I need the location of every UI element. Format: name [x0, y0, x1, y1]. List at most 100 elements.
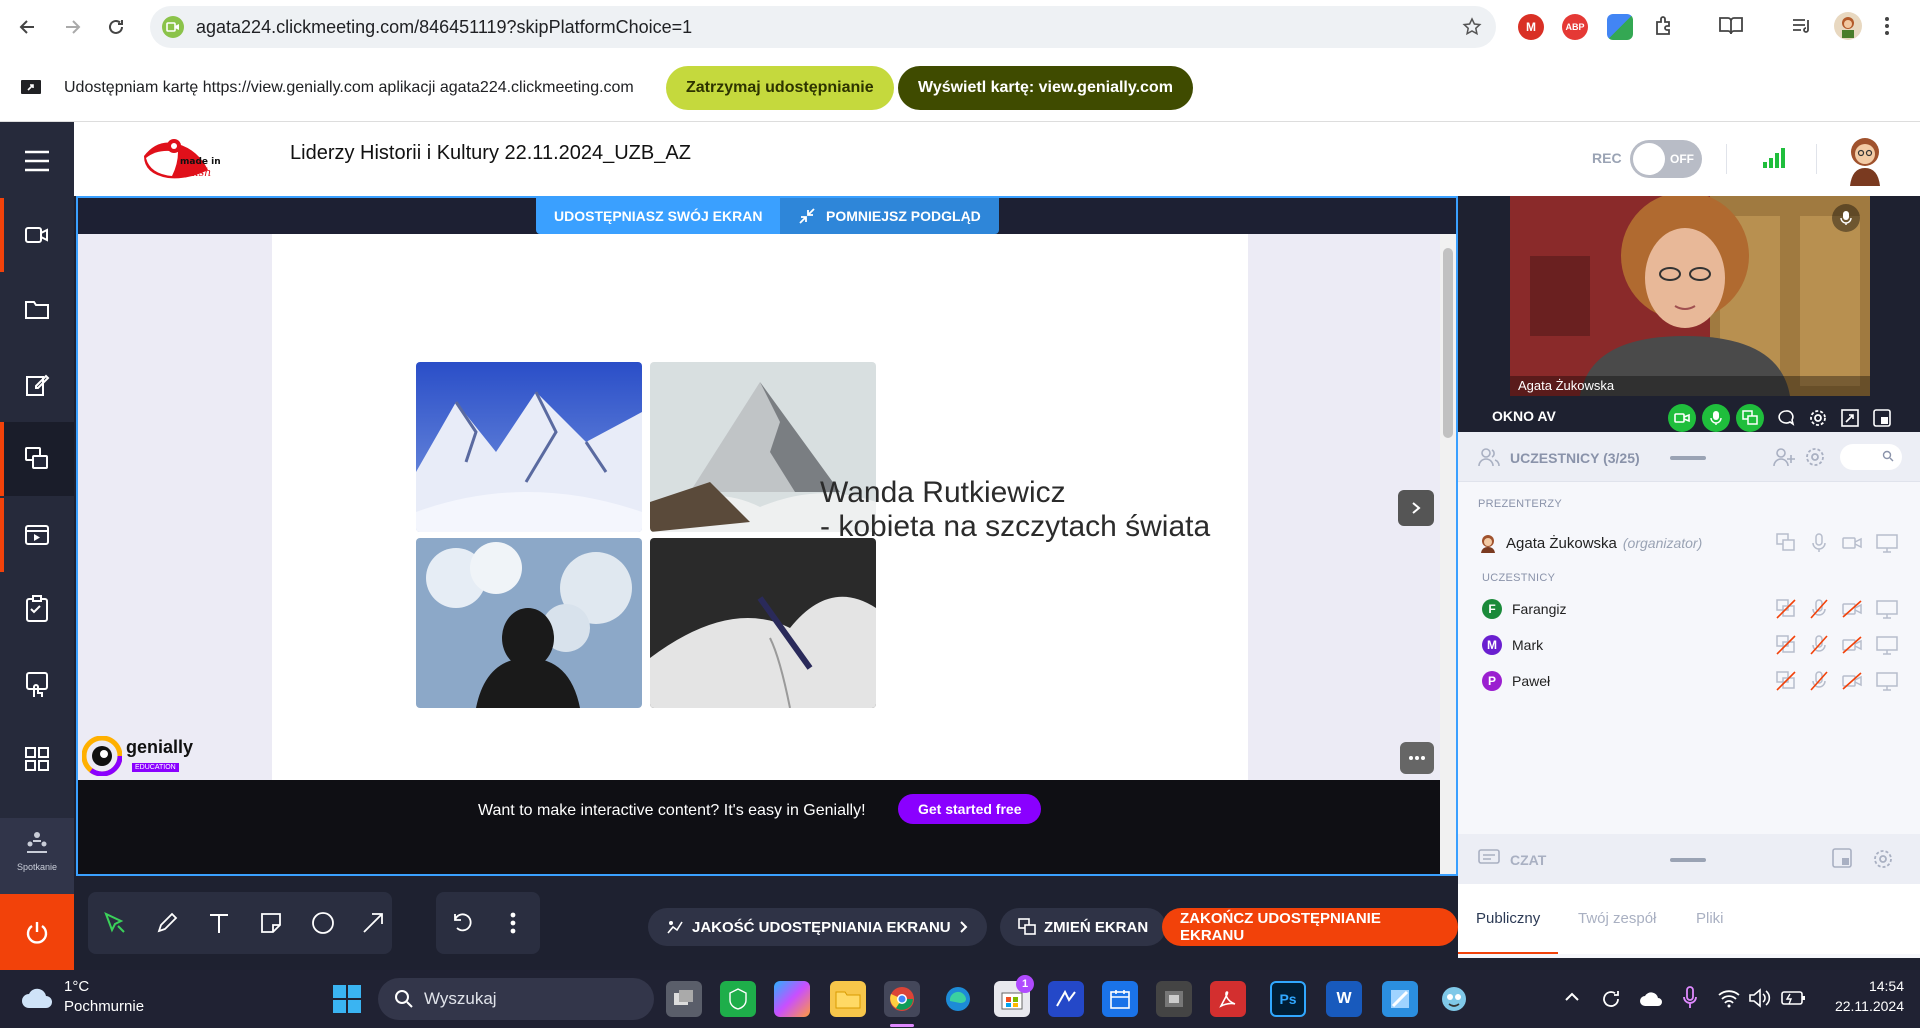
mic-off-icon[interactable] — [1810, 671, 1828, 691]
taskbar-search-input[interactable]: Wyszukaj — [378, 978, 654, 1020]
forward-icon[interactable] — [52, 7, 92, 47]
weather-description[interactable]: Pochmurnie — [64, 998, 144, 1015]
windows-start-icon[interactable] — [332, 984, 362, 1014]
mic-off-icon[interactable] — [1810, 599, 1828, 619]
get-started-button[interactable]: Get started free — [898, 794, 1042, 824]
pointer-laser-icon[interactable] — [88, 892, 142, 954]
menu-hamburger-icon[interactable] — [0, 124, 74, 198]
monitor-icon[interactable] — [1876, 671, 1898, 691]
file-explorer-icon[interactable] — [830, 981, 866, 1017]
show-tab-button[interactable]: Wyświetl kartę: view.genially.com — [898, 66, 1193, 110]
tab-team[interactable]: Twój zespół — [1578, 884, 1656, 954]
next-slide-button[interactable] — [1398, 490, 1434, 526]
camera-off-icon[interactable] — [1842, 672, 1862, 690]
ink-app-icon[interactable] — [1048, 981, 1084, 1017]
edit-notes-icon[interactable] — [0, 348, 74, 422]
mic-toggle-icon[interactable] — [1702, 404, 1730, 432]
screen-share-sidebar-icon[interactable] — [0, 422, 74, 496]
participant-row[interactable]: F Farangiz — [1482, 594, 1912, 624]
weather-temperature[interactable]: 1°C — [64, 978, 89, 995]
share-screen-icon[interactable] — [1776, 533, 1796, 553]
reload-icon[interactable] — [96, 7, 136, 47]
edge-app-icon[interactable] — [940, 981, 976, 1017]
cloud-weather-icon[interactable] — [20, 984, 54, 1010]
game-app-icon[interactable] — [1436, 981, 1472, 1017]
scrollbar[interactable] — [1440, 234, 1456, 874]
calendar-app-icon[interactable] — [1102, 981, 1138, 1017]
chat-popout-icon[interactable] — [1832, 848, 1852, 868]
chat-bubble-icon[interactable] — [1772, 404, 1800, 432]
share-screen-off-icon[interactable] — [1776, 599, 1796, 619]
browser-menu-icon[interactable] — [1884, 14, 1890, 38]
resize-handle[interactable] — [1670, 858, 1706, 862]
participants-header[interactable]: UCZESTNICY (3/25) — [1458, 432, 1920, 482]
monitor-icon[interactable] — [1876, 533, 1898, 553]
microsoft-store-icon[interactable]: 1 — [994, 975, 1034, 1017]
arrow-tool-icon[interactable] — [346, 892, 400, 954]
mic-off-icon[interactable] — [1810, 635, 1828, 655]
back-icon[interactable] — [8, 7, 48, 47]
signal-strength-icon[interactable] — [1762, 146, 1788, 168]
circle-shape-icon[interactable] — [296, 892, 350, 954]
change-screen-button[interactable]: ZMIEŃ EKRAN — [1000, 908, 1167, 946]
popout-video-icon[interactable] — [1868, 404, 1896, 432]
more-options-button[interactable] — [1400, 742, 1434, 774]
more-vertical-icon[interactable] — [486, 892, 540, 954]
participant-row[interactable]: M Mark — [1482, 630, 1912, 660]
monitor-icon[interactable] — [1876, 599, 1898, 619]
monitor-icon[interactable] — [1876, 635, 1898, 655]
onedrive-cloud-icon[interactable] — [1638, 990, 1664, 1008]
webcam-video[interactable] — [1510, 196, 1870, 396]
end-screen-share-button[interactable]: ZAKOŃCZ UDOSTĘPNIANIE EKRANU — [1162, 908, 1458, 946]
copilot-app-icon[interactable] — [774, 981, 810, 1017]
camera-off-icon[interactable] — [1842, 600, 1862, 618]
sticky-note-icon[interactable] — [244, 892, 298, 954]
tab-files[interactable]: Pliki — [1696, 884, 1724, 954]
av-settings-gear-icon[interactable] — [1804, 404, 1832, 432]
paint-app-icon[interactable] — [1382, 981, 1418, 1017]
chrome-app-icon[interactable] — [884, 981, 920, 1017]
volume-icon[interactable] — [1748, 988, 1772, 1008]
translate-extension-icon[interactable] — [1607, 14, 1633, 40]
participants-search-input[interactable] — [1840, 444, 1902, 470]
resize-handle[interactable] — [1670, 456, 1706, 460]
camera-toggle-icon[interactable] — [1668, 404, 1696, 432]
tests-clipboard-icon[interactable] — [0, 572, 74, 646]
stop-sharing-button[interactable]: Zatrzymaj udostępnianie — [666, 66, 894, 110]
folder-icon[interactable] — [0, 272, 74, 346]
camera-icon[interactable] — [0, 198, 74, 272]
media-app-icon[interactable] — [1156, 981, 1192, 1017]
word-app-icon[interactable]: W — [1326, 981, 1362, 1017]
shrink-preview-button[interactable]: POMNIEJSZ PODGLĄD — [780, 198, 999, 234]
pencil-icon[interactable] — [140, 892, 194, 954]
text-tool-icon[interactable] — [192, 892, 246, 954]
wifi-icon[interactable] — [1718, 988, 1740, 1008]
mic-icon[interactable] — [1810, 533, 1828, 553]
chat-settings-gear-icon[interactable] — [1872, 848, 1894, 870]
add-participant-icon[interactable] — [1772, 446, 1796, 468]
battery-icon[interactable] — [1780, 988, 1806, 1008]
screen-share-quality-button[interactable]: JAKOŚĆ UDOSTĘPNIANIA EKRANU — [648, 908, 987, 946]
chat-header[interactable]: CZAT — [1458, 834, 1920, 884]
participants-settings-gear-icon[interactable] — [1804, 446, 1826, 468]
screen-share-toggle-icon[interactable] — [1736, 404, 1764, 432]
video-player-icon[interactable] — [0, 498, 74, 572]
profile-avatar[interactable] — [1834, 12, 1862, 40]
reading-mode-icon[interactable] — [1718, 14, 1744, 38]
undo-icon[interactable] — [436, 892, 490, 954]
clock-time[interactable]: 14:54 — [1818, 978, 1904, 994]
media-control-icon[interactable] — [1790, 14, 1814, 38]
presenter-row[interactable]: Agata Żukowska (organizator) — [1478, 528, 1908, 558]
adblock-extension-icon[interactable]: ABP — [1562, 14, 1588, 40]
apps-grid-icon[interactable] — [0, 722, 74, 796]
bookmark-star-icon[interactable] — [1462, 17, 1482, 37]
camera-site-icon[interactable] — [162, 16, 184, 38]
participant-row[interactable]: P Paweł — [1482, 666, 1912, 696]
tab-public[interactable]: Publiczny — [1458, 884, 1559, 954]
gmail-extension-icon[interactable]: M — [1518, 14, 1544, 40]
clock-date[interactable]: 22.11.2024 — [1818, 998, 1904, 1014]
extensions-puzzle-icon[interactable] — [1652, 14, 1676, 38]
acrobat-app-icon[interactable] — [1210, 981, 1246, 1017]
scroll-thumb[interactable] — [1443, 248, 1453, 438]
camera-off-icon[interactable] — [1842, 636, 1862, 654]
